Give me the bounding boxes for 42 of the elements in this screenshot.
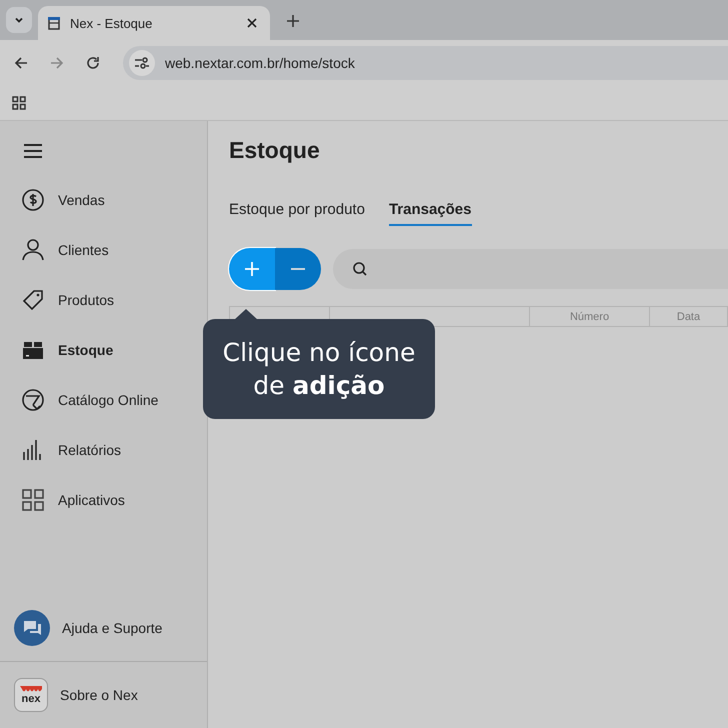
address-bar[interactable]: web.nextar.com.br/home/stock [123,46,728,80]
menu-icon[interactable] [23,143,43,159]
sidebar-item[interactable]: Estoque [0,325,207,375]
sidebar-item[interactable]: Aplicativos [0,475,207,525]
tag-icon [21,288,45,312]
plus-icon [244,261,260,277]
sidebar-item[interactable]: Clientes [0,225,207,275]
page-title: Estoque [229,137,321,165]
tab-title: Nex - Estoque [70,16,154,30]
store-icon [46,15,62,31]
grid-icon [21,488,45,512]
search-field[interactable] [333,249,728,289]
sidebar-link[interactable]: Sobre o Nex [60,687,138,703]
close-icon[interactable] [246,17,258,29]
sidebar-item[interactable]: Produtos [0,275,207,325]
catalog-icon [21,388,45,412]
back-icon[interactable] [13,54,29,70]
tab[interactable]: Transações [388,201,472,226]
sidebar-item[interactable]: Vendas [0,175,207,225]
sidebar-link[interactable]: Ajuda e Suporte [62,620,162,636]
apps-icon[interactable] [11,94,27,110]
plus-icon[interactable] [286,14,300,28]
dollar-icon [21,188,45,212]
minus-icon [290,268,306,270]
person-icon [21,238,45,262]
tab-list-button[interactable] [6,7,32,33]
url-text: web.nextar.com.br/home/stock [165,54,355,70]
site-settings-button[interactable] [129,50,155,76]
tooltip-text: Clique no ícone de adição [222,337,416,402]
logo: nex [14,678,48,712]
sidebar-item[interactable]: Relatórios [0,425,207,475]
chat-icon [14,610,50,646]
sidebar-item[interactable]: Catálogo Online [0,375,207,425]
tab[interactable]: Estoque por produto [229,201,365,226]
add-button[interactable] [229,248,275,290]
sliders-icon [134,56,150,70]
column-header: Número [570,310,610,322]
column-header: Data [676,310,700,322]
search-icon [352,261,368,277]
browser-tab[interactable]: Nex - Estoque [38,6,270,40]
reload-icon[interactable] [85,54,101,70]
remove-button[interactable] [275,248,321,290]
